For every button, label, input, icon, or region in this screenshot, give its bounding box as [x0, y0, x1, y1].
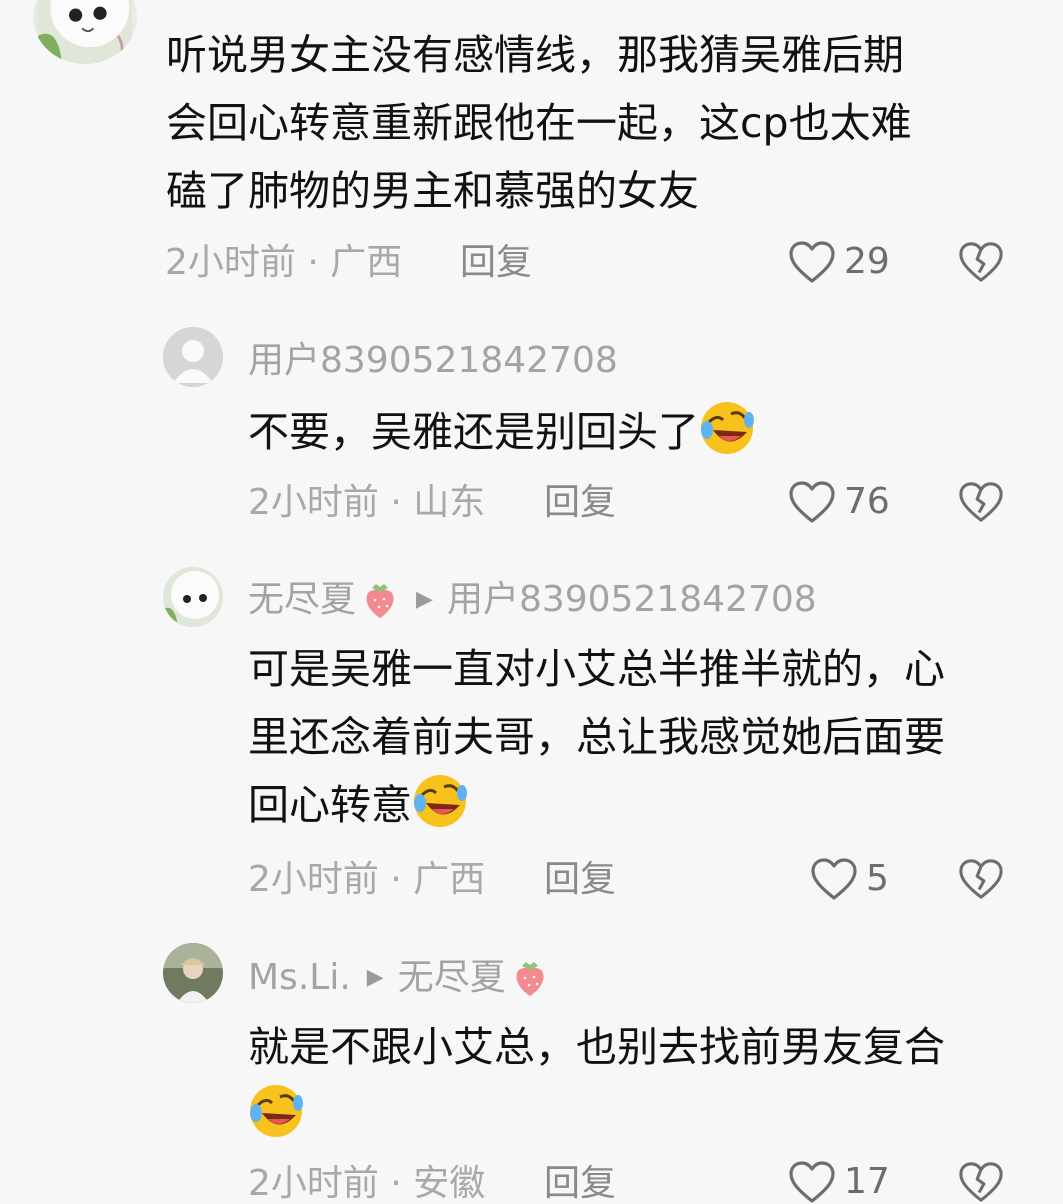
avatar-comment-1[interactable] [33, 0, 137, 64]
comment-2-text: 不要，吴雅还是别回头了 [248, 398, 755, 466]
comment-3-username[interactable]: 无尽夏 [248, 582, 356, 618]
comment-4-dislike-button[interactable] [958, 1160, 1004, 1204]
comment-3-meta: 2小时前 · 广西 [248, 859, 486, 900]
comment-4-like-count: 17 [844, 1161, 890, 1202]
comment-4-reply-button[interactable]: 回复 [544, 1166, 616, 1202]
avatar-comment-3[interactable] [163, 567, 223, 627]
broken-heart-icon [959, 1162, 1003, 1202]
photo-avatar-icon [163, 943, 223, 1003]
rofl-emoji [414, 775, 467, 827]
comment-1-like-count: 29 [844, 241, 890, 282]
comment-4-like-button[interactable]: 17 [788, 1160, 890, 1204]
play-triangle-icon: ▶ [416, 587, 433, 612]
comment-3-username-row: 无尽夏 ▶ 用户8390521842708 [248, 580, 817, 620]
comment-3-reply-to[interactable]: 用户8390521842708 [447, 582, 817, 618]
heart-outline-icon [789, 1161, 835, 1203]
comment-4-text: 就是不跟小艾总，也别去找前男友复合 [248, 1013, 945, 1149]
comment-3-like-button[interactable]: 5 [810, 857, 889, 901]
comment-2-dislike-button[interactable] [958, 480, 1004, 524]
broken-heart-icon [959, 242, 1003, 282]
comment-3-reply-button[interactable]: 回复 [544, 862, 616, 898]
default-user-icon [163, 327, 223, 387]
heart-outline-icon [811, 858, 857, 900]
comment-2-meta: 2小时前 · 山东 [248, 482, 486, 523]
comment-4-meta: 2小时前 · 安徽 [248, 1163, 486, 1204]
heart-outline-icon [789, 481, 835, 523]
comment-1-dislike-button[interactable] [958, 240, 1004, 284]
broken-heart-icon [959, 482, 1003, 522]
avatar-comment-2[interactable] [163, 327, 223, 387]
comment-2-username[interactable]: 用户8390521842708 [248, 343, 618, 379]
play-triangle-icon: ▶ [366, 965, 384, 990]
rofl-emoji [250, 1085, 303, 1137]
comment-1-like-button[interactable]: 29 [788, 240, 890, 284]
cat-avatar-icon [38, 0, 132, 64]
avatar-comment-4[interactable] [163, 943, 223, 1003]
rofl-emoji [701, 402, 754, 454]
heart-outline-icon [789, 241, 835, 283]
comment-3-dislike-button[interactable] [958, 857, 1004, 901]
comment-3-like-count: 5 [866, 858, 889, 899]
comment-2-like-button[interactable]: 76 [788, 480, 890, 524]
strawberry-emoji [516, 962, 544, 996]
broken-heart-icon [959, 859, 1003, 899]
comment-3-text: 可是吴雅一直对小艾总半推半就的，心 里还念着前夫哥，总让我感觉她后面要 回心转意 [248, 645, 945, 829]
comment-1-reply-button[interactable]: 回复 [460, 245, 532, 281]
comment-2-reply-button[interactable]: 回复 [544, 485, 616, 521]
strawberry-emoji [366, 584, 394, 618]
comment-2-like-count: 76 [844, 481, 890, 522]
comment-4-username[interactable]: Ms.Li. [248, 960, 351, 996]
comment-1-text: 听说男女主没有感情线，那我猜吴雅后期 会回心转意重新跟他在一起，这cp也太难 磕… [166, 31, 912, 215]
comment-4-reply-to[interactable]: 无尽夏 [398, 960, 506, 996]
cat-avatar-icon [163, 567, 223, 627]
comment-4-username-row: Ms.Li. ▶ 无尽夏 [248, 958, 550, 998]
comment-1-meta: 2小时前 · 广西 [165, 242, 403, 283]
